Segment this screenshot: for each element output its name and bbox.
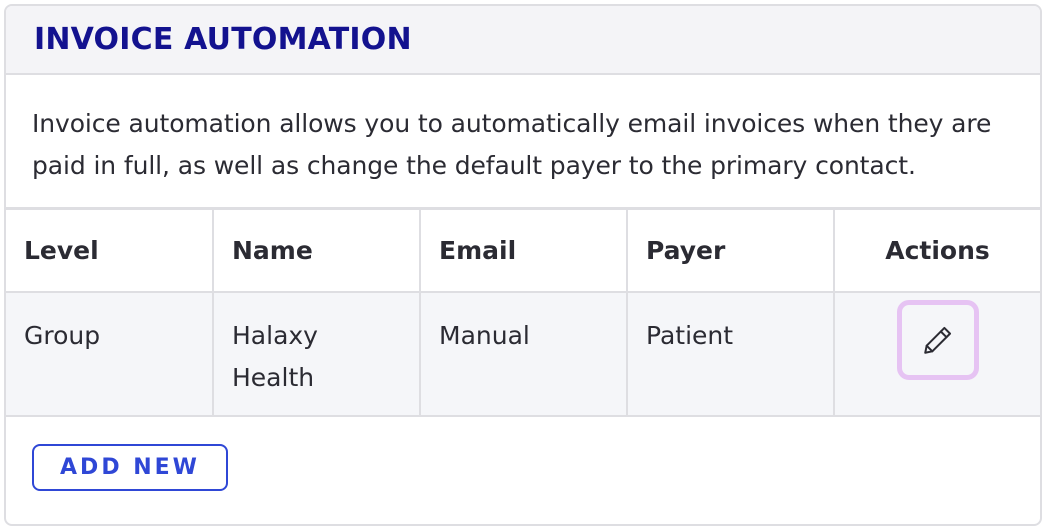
add-new-button[interactable]: ADD NEW	[32, 443, 228, 491]
cell-email: Manual	[419, 290, 628, 417]
column-header-actions: Actions	[833, 207, 1040, 293]
column-header-payer: Payer	[626, 207, 835, 293]
pencil-icon	[923, 326, 951, 354]
cell-name: Halaxy Health	[212, 290, 421, 417]
cell-payer: Patient	[626, 290, 835, 417]
card-title: INVOICE AUTOMATION	[34, 22, 412, 57]
card-description: Invoice automation allows you to automat…	[32, 109, 992, 180]
cell-actions	[833, 290, 1040, 417]
table-row: Group Halaxy Health Manual Patient	[6, 290, 1040, 417]
card-footer: ADD NEW	[6, 417, 1040, 491]
invoice-automation-table: Level Name Email Payer Actions Group Hal…	[6, 207, 1040, 417]
column-header-email: Email	[419, 207, 628, 293]
invoice-automation-card: INVOICE AUTOMATION Invoice automation al…	[4, 4, 1042, 526]
table-header-row: Level Name Email Payer Actions	[6, 207, 1040, 293]
edit-button[interactable]	[896, 299, 979, 380]
cell-level: Group	[6, 290, 214, 417]
column-header-level: Level	[6, 207, 214, 293]
column-header-name: Name	[212, 207, 421, 293]
card-header: INVOICE AUTOMATION	[6, 6, 1040, 75]
